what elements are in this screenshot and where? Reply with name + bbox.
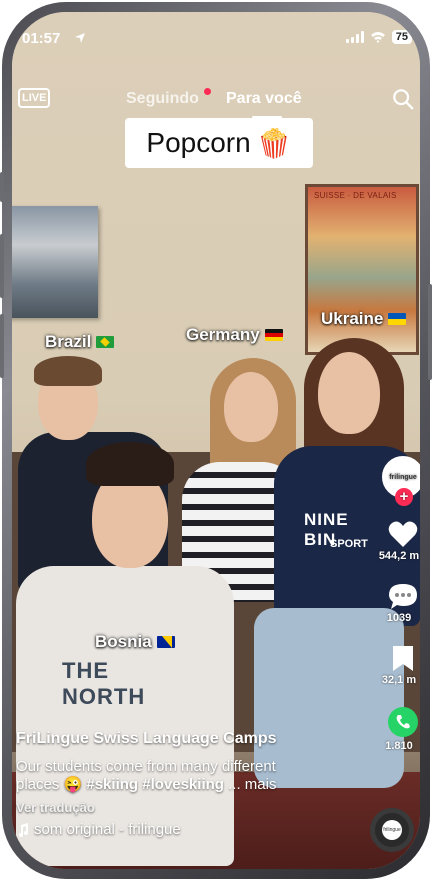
volume-down-button [0, 314, 4, 378]
action-rail: frilingue + 544,2 m 1039 32,1 m 1.810 [378, 456, 420, 752]
comment-count: 1039 [386, 612, 412, 624]
tshirt-print: THE NORTH [62, 658, 146, 709]
share-count: 1.810 [385, 740, 413, 752]
video-caption: FriLingue Swiss Language Camps Our stude… [16, 730, 316, 838]
phone-frame: SUISSE · DE VALAIS NINE BIN SPORT THE NO… [0, 2, 432, 879]
power-button [428, 284, 432, 380]
tag-ukraine-label: Ukraine [321, 309, 384, 328]
like-count: 544,2 m [378, 550, 420, 562]
disc-logo-text: frilingue [382, 820, 402, 840]
popcorn-sticker: Popcorn 🍿 [125, 118, 313, 168]
mute-switch [0, 172, 4, 202]
more-link[interactable]: ... mais [224, 776, 276, 793]
whatsapp-icon [388, 707, 418, 737]
tag-bosnia: Bosnia [95, 632, 175, 652]
signal-icon [345, 31, 364, 43]
sweatshirt-print-sport: SPORT [330, 538, 368, 550]
bosnia-flag-icon [156, 636, 175, 648]
tag-ukraine: Ukraine [321, 309, 407, 329]
travel-poster: SUISSE · DE VALAIS [305, 184, 419, 355]
follow-button[interactable]: + [395, 488, 413, 506]
search-icon[interactable] [392, 88, 414, 110]
mountain-painting [12, 206, 98, 318]
sound-disc[interactable]: frilingue [370, 808, 414, 852]
volume-up-button [0, 234, 4, 298]
author-name[interactable]: FriLingue Swiss Language Camps [16, 730, 316, 748]
bookmark-icon [393, 646, 413, 671]
like-button[interactable]: 544,2 m [378, 520, 420, 562]
avatar-logo-text: frilingue [389, 473, 417, 481]
caption-hashtags[interactable]: #skiing #loveskiing [86, 776, 224, 793]
tag-bosnia-label: Bosnia [95, 632, 152, 651]
live-button[interactable]: LIVE [18, 88, 51, 108]
save-button[interactable]: 32,1 m [378, 644, 420, 686]
brazil-flag-icon [96, 336, 115, 348]
caption-description: Our students come from many different pl… [16, 758, 316, 794]
sound-link[interactable]: som original - frilingue [16, 821, 316, 838]
popcorn-text: Popcorn [146, 127, 251, 158]
tag-brazil: Brazil [45, 332, 115, 352]
tab-for-you[interactable]: Para você [226, 90, 302, 108]
ukraine-flag-icon [388, 313, 407, 325]
tag-germany: Germany [186, 325, 283, 345]
heart-icon [388, 521, 418, 547]
notification-dot [204, 88, 211, 95]
location-arrow-icon [75, 33, 85, 43]
status-bar: 01:57 75 [12, 30, 420, 50]
popcorn-emoji: 🍿 [256, 127, 292, 159]
germany-flag-icon [264, 329, 283, 341]
tag-brazil-label: Brazil [45, 332, 92, 351]
video-screen[interactable]: SUISSE · DE VALAIS NINE BIN SPORT THE NO… [12, 12, 420, 869]
translate-link[interactable]: Ver tradução [16, 800, 316, 815]
top-navigation: LIVE Seguindo Para você [12, 88, 420, 118]
wifi-icon [370, 32, 385, 43]
sound-label: som original - frilingue [34, 821, 181, 838]
poster-title: SUISSE · DE VALAIS [314, 191, 397, 200]
save-count: 32,1 m [381, 674, 417, 686]
tab-following[interactable]: Seguindo [126, 90, 199, 108]
music-note-icon [19, 822, 28, 837]
creator-avatar[interactable]: frilingue + [382, 456, 420, 506]
comment-icon [389, 584, 417, 609]
share-button[interactable]: 1.810 [378, 706, 420, 752]
comment-button[interactable]: 1039 [378, 582, 420, 624]
tag-germany-label: Germany [186, 325, 260, 344]
battery-icon: 75 [391, 30, 412, 44]
status-time: 01:57 [22, 30, 61, 47]
